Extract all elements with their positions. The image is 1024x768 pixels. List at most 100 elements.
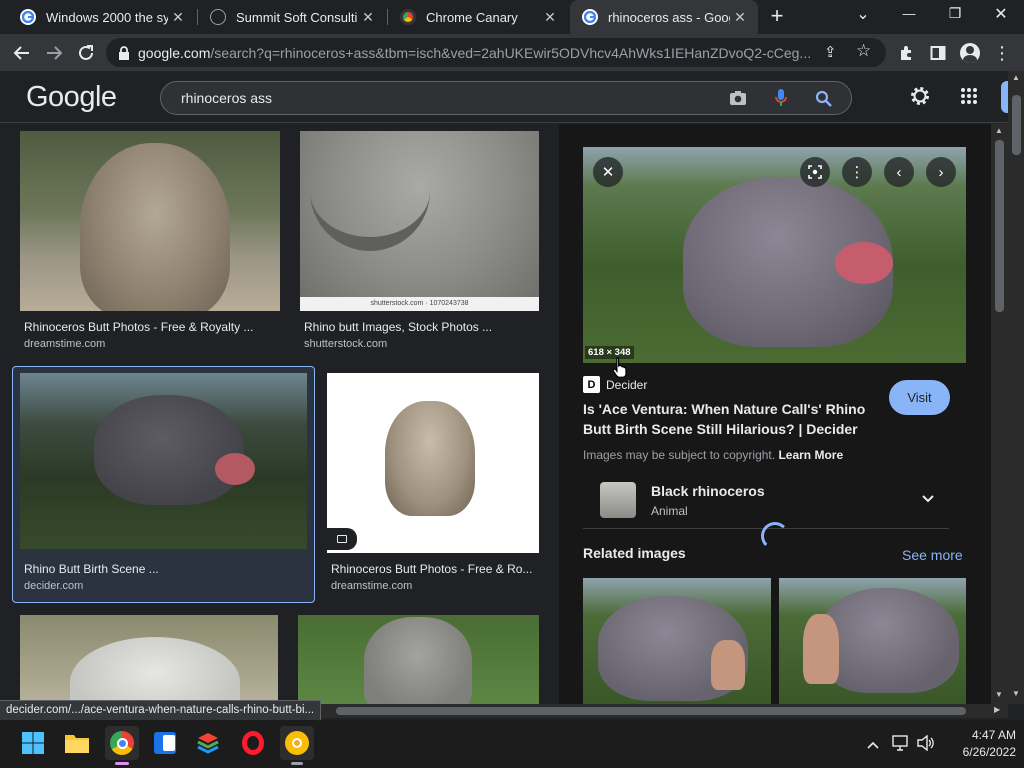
bookmark-star-icon[interactable]: ☆ [856, 41, 871, 61]
watermark-text: shutterstock.com · 1070243738 [370, 300, 469, 307]
google-apps-grid-icon[interactable] [960, 87, 978, 110]
site-favicon-letter: D [587, 378, 596, 391]
panel-scrollbar[interactable]: ▲ ▼ [991, 124, 1008, 704]
close-icon[interactable]: ✕ [730, 9, 750, 26]
scroll-down-arrow-icon[interactable]: ▼ [1012, 689, 1020, 698]
windows-taskbar: 4:47 AM 6/26/2022 [0, 720, 1024, 768]
image-badge-icon [327, 528, 357, 550]
result-image-white-rhino[interactable] [20, 615, 278, 704]
result-title[interactable]: Rhinoceros Butt Photos - Free & Ro... [331, 562, 541, 576]
restore-button[interactable]: ❐ [942, 5, 968, 22]
close-icon[interactable]: ✕ [358, 9, 378, 26]
next-chevron-icon[interactable]: › [926, 157, 956, 187]
profile-avatar-icon[interactable] [958, 41, 982, 65]
watermark-strip: shutterstock.com · 1070243738 [300, 297, 539, 311]
result-image-rhino-butt-2[interactable]: shutterstock.com · 1070243738 [300, 131, 539, 311]
chrome-canary-icon[interactable] [280, 726, 314, 760]
expand-chevron-down-icon[interactable] [921, 491, 935, 509]
entity-card[interactable]: Black rhinoceros Animal [583, 473, 949, 529]
rhino-tail-shape [310, 191, 430, 251]
tab-chrome-canary[interactable]: Chrome Canary ✕ [388, 0, 568, 34]
scrollbar-thumb[interactable] [995, 140, 1004, 312]
tab-label: Chrome Canary [426, 9, 518, 25]
close-preview-button[interactable]: ✕ [593, 157, 623, 187]
result-title[interactable]: Rhinoceros Butt Photos - Free & Royalty … [24, 320, 280, 334]
clock-date[interactable]: 6/26/2022 [944, 745, 1016, 759]
tab-rhinoceros-ass[interactable]: rhinoceros ass - Googl ✕ [570, 0, 758, 34]
solitaire-cards-icon[interactable] [150, 728, 180, 758]
url-path: /search?q=rhinoceros+ass&tbm=isch&ved=2a… [210, 44, 811, 61]
related-image-2[interactable] [779, 578, 966, 704]
result-image-grey-rhino-field[interactable] [298, 615, 539, 704]
network-monitor-icon[interactable] [892, 735, 910, 756]
share-icon[interactable]: ⇪ [824, 43, 837, 61]
result-source: dreamstime.com [331, 580, 413, 592]
scroll-right-arrow-icon[interactable]: ▶ [994, 705, 1000, 714]
related-images-heading: Related images [583, 545, 686, 561]
rhino-pink-spot [215, 453, 255, 485]
rhino-body-shape [70, 637, 240, 704]
lens-search-icon[interactable] [800, 157, 830, 187]
account-avatar[interactable] [1001, 81, 1008, 113]
close-window-button[interactable]: ✕ [988, 4, 1014, 24]
menu-kebab-icon[interactable]: ⋮ [990, 41, 1014, 65]
minimize-button[interactable]: — [896, 6, 922, 21]
address-bar[interactable]: google.com /search?q=rhinoceros+ass&tbm=… [106, 38, 886, 67]
search-input[interactable]: rhinoceros ass [181, 90, 272, 106]
new-tab-button[interactable]: + [764, 4, 790, 30]
close-icon[interactable]: ✕ [168, 9, 188, 26]
learn-more-link[interactable]: Learn More [778, 448, 843, 462]
visit-button[interactable]: Visit [889, 380, 950, 415]
camera-search-icon[interactable] [729, 90, 747, 111]
windows-start-icon[interactable] [18, 728, 48, 758]
side-panel-icon[interactable] [926, 41, 950, 65]
scrollbar-thumb[interactable] [336, 707, 966, 715]
result-source: decider.com [24, 580, 84, 592]
extensions-puzzle-icon[interactable] [894, 41, 918, 65]
site-name[interactable]: Decider [606, 378, 647, 392]
system-tray-chevron-up-icon[interactable] [866, 737, 880, 755]
tab-windows-2000[interactable]: Windows 2000 the syst ✕ [8, 0, 196, 34]
google-logo[interactable]: Google [26, 81, 117, 114]
chrome-icon[interactable] [105, 726, 139, 760]
related-image-1[interactable] [583, 578, 771, 704]
opera-icon[interactable] [238, 728, 268, 758]
lock-icon [118, 45, 130, 60]
forward-arrow-icon[interactable] [42, 41, 66, 65]
more-options-kebab-icon[interactable]: ⋮ [842, 157, 872, 187]
clock-time[interactable]: 4:47 AM [950, 728, 1016, 742]
result-title[interactable]: Rhino butt Images, Stock Photos ... [304, 320, 540, 334]
result-title[interactable]: Rhino Butt Birth Scene ... [24, 562, 304, 576]
tab-summit-soft[interactable]: Summit Soft Consultinc ✕ [198, 0, 386, 34]
back-arrow-icon[interactable] [10, 41, 34, 65]
preview-title-line1[interactable]: Is 'Ace Ventura: When Nature Call's' Rhi… [583, 401, 865, 417]
tab-label: rhinoceros ass - Googl [608, 9, 730, 25]
google-favicon-icon [582, 9, 598, 25]
tab-search-button[interactable]: ⌄ [853, 4, 873, 24]
entity-name: Black rhinoceros [651, 483, 765, 499]
volume-speaker-icon[interactable] [917, 734, 935, 756]
previous-chevron-icon[interactable]: ‹ [884, 157, 914, 187]
see-more-link[interactable]: See more [902, 547, 963, 563]
url-host: google.com [138, 44, 211, 61]
bluestacks-icon[interactable] [193, 728, 223, 758]
page-scrollbar[interactable]: ▲ ▼ [1008, 71, 1024, 704]
search-box[interactable]: rhinoceros ass [160, 81, 852, 115]
scroll-up-arrow-icon[interactable]: ▲ [995, 126, 1003, 135]
file-explorer-folder-icon[interactable] [62, 728, 92, 758]
person-figure-shape [803, 614, 839, 684]
preview-title-line2[interactable]: Butt Birth Scene Still Hilarious? | Deci… [583, 421, 858, 437]
scrollbar-thumb[interactable] [1012, 95, 1021, 155]
tab-label: Windows 2000 the syst [46, 9, 168, 25]
scroll-down-arrow-icon[interactable]: ▼ [995, 690, 1003, 699]
result-image-rhino-butt-1[interactable] [20, 131, 280, 311]
reload-icon[interactable] [74, 41, 98, 65]
result-image-rhino-white-bg[interactable] [327, 373, 539, 553]
search-icon[interactable] [815, 90, 832, 112]
settings-gear-icon[interactable] [908, 84, 932, 113]
voice-search-mic-icon[interactable] [775, 89, 787, 112]
scroll-up-arrow-icon[interactable]: ▲ [1012, 73, 1020, 82]
tab-label: Summit Soft Consultinc [236, 9, 358, 25]
close-icon[interactable]: ✕ [540, 9, 560, 26]
result-image-rhino-birth-scene[interactable] [20, 373, 307, 549]
